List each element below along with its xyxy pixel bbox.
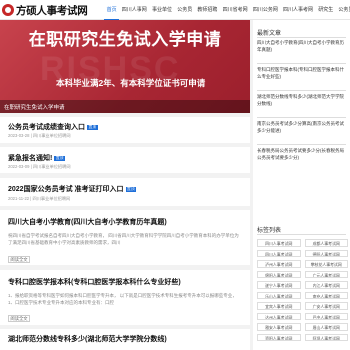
article-card: 专科口腔医学报本科(专科口腔医学报本科什么专业好些) 1、报给职资格等专科医学如… bbox=[0, 270, 250, 325]
site-logo[interactable]: 方硕人事考试网 bbox=[2, 3, 88, 17]
banner-title: 在职研究生免试入学申请 bbox=[28, 30, 222, 49]
nav-item-teacher-recruit[interactable]: 教师招聘 bbox=[195, 0, 220, 20]
tag-link[interactable]: 广元人事考试网 bbox=[304, 270, 348, 278]
tags-heading: 标签列表 bbox=[257, 228, 282, 234]
article-card: 四川大自考小学教育(四川大自考小学教育历年真题) 祝四川省自学考试报名自考四川大… bbox=[0, 210, 250, 265]
nav-item-civil-exam[interactable]: 公务员考试 bbox=[336, 0, 350, 20]
tag-link[interactable]: 绵阳人事考试网 bbox=[257, 270, 301, 278]
article-title[interactable]: 紧急报名通知! 置顶 bbox=[8, 153, 65, 163]
article-title-text[interactable]: 公务员考试成绩查询入口 bbox=[8, 124, 85, 131]
divider bbox=[257, 234, 346, 235]
hero-banner[interactable]: RISHSC 在职研究生免试入学申请 本科毕业满2年、有本科学位证书可申请 在职… bbox=[0, 20, 250, 113]
article-title[interactable]: 专科口腔医学报本科(专科口腔医学报本科什么专业好些) bbox=[8, 277, 181, 287]
nav-item-home[interactable]: 首页 bbox=[104, 0, 120, 20]
tag-link[interactable]: 乐山人事考试网 bbox=[257, 291, 301, 299]
logo-icon bbox=[2, 4, 14, 16]
article-excerpt: 1、报给职资格等专科医学如何报本科口腔医学专升本， 以下就是口腔医学技术专科生报… bbox=[8, 293, 237, 305]
tag-link[interactable]: 眉山人事考试网 bbox=[304, 323, 348, 331]
article-title-text[interactable]: 2022国家公务员考试 准考证打印入口 bbox=[8, 186, 124, 193]
article-title[interactable]: 湖北师范分数线专科多少(湖北师范大学学院分数线) bbox=[8, 334, 167, 344]
tag-link[interactable]: 巴中人事考试网 bbox=[304, 312, 348, 320]
tag-cloud: 四川人事考试网 成都人事考试网 四川人事考试网 德阳人事考试网 泸州人事考试网 … bbox=[257, 239, 348, 341]
latest-article-link[interactable]: 长春税务局公务员考试要多少分(长春税务局公务员考试要多少分) bbox=[257, 148, 348, 161]
read-more-button[interactable]: 阅读全文 bbox=[8, 256, 30, 263]
tag-link[interactable]: 内江人事考试网 bbox=[304, 281, 348, 289]
pinned-badge: 置顶 bbox=[125, 186, 137, 192]
latest-article-link[interactable]: 专科口腔医学报本科(专科口腔医学报本科什么专业好些) bbox=[257, 67, 348, 80]
article-meta: 2023-03-28 | 四川事业单位招聘网 bbox=[8, 133, 71, 138]
main-nav: 首页 四川人事网 事业单位 公务员 教师招聘 四川省考网 四川公务网 四川人事考… bbox=[104, 0, 350, 20]
divider bbox=[257, 144, 346, 145]
latest-article-link[interactable]: 南京公务员考试多少分算高(南京公务员考试多少分能进) bbox=[257, 121, 348, 134]
read-more-button[interactable]: 阅读全文 bbox=[8, 315, 30, 322]
tag-link[interactable]: 四川人事考试网 bbox=[257, 239, 301, 247]
nav-item-sichuan-gongwu[interactable]: 四川公务网 bbox=[250, 0, 280, 20]
tag-link[interactable]: 南充人事考试网 bbox=[304, 291, 348, 299]
tag-link[interactable]: 遂宁人事考试网 bbox=[257, 281, 301, 289]
latest-article-link[interactable]: 湖北师范分数线专科多少(湖北师范大学学院分数线) bbox=[257, 94, 348, 107]
banner-subtitle: 本科毕业满2年、有本科学位证书可申请 bbox=[56, 78, 206, 88]
article-meta: 2022-03-09 | 四川事业单位招聘网 bbox=[8, 164, 71, 169]
nav-item-sichuan-shengkao[interactable]: 四川省考网 bbox=[220, 0, 250, 20]
article-card: 湖北师范分数线专科多少(湖北师范大学学院分数线) bbox=[0, 329, 250, 350]
banner-caption: 在职研究生免试入学申请 bbox=[4, 105, 65, 111]
nav-item-sichuan-renshikao[interactable]: 四川人事考网 bbox=[280, 0, 315, 20]
article-card: 公务员考试成绩查询入口 置顶 2023-03-28 | 四川事业单位招聘网 bbox=[0, 117, 250, 143]
article-title[interactable]: 公务员考试成绩查询入口 置顶 bbox=[8, 122, 98, 132]
pinned-badge: 置顶 bbox=[87, 124, 98, 130]
main-content: RISHSC 在职研究生免试入学申请 本科毕业满2年、有本科学位证书可申请 在职… bbox=[0, 20, 250, 113]
nav-item-sichuan-renshi[interactable]: 四川人事网 bbox=[119, 0, 149, 20]
tag-link[interactable]: 德阳人事考试网 bbox=[304, 249, 348, 257]
article-title[interactable]: 2022国家公务员考试 准考证打印入口 置顶 bbox=[8, 184, 137, 194]
article-title[interactable]: 四川大自考小学教育(四川大自考小学教育历年真题) bbox=[8, 217, 167, 227]
tag-link[interactable]: 雅安人事考试网 bbox=[257, 323, 301, 331]
divider bbox=[257, 117, 346, 118]
pinned-badge: 置顶 bbox=[54, 155, 65, 161]
tag-link[interactable]: 阿坝人事考试网 bbox=[304, 333, 348, 341]
tag-link[interactable]: 宜宾人事考试网 bbox=[257, 302, 301, 310]
tag-link[interactable]: 资阳人事考试网 bbox=[257, 333, 301, 341]
tag-link[interactable]: 达州人事考试网 bbox=[257, 312, 301, 320]
latest-article-link[interactable]: 四川大自考小学教育(四川大自考小学教育历年真题) bbox=[257, 40, 348, 53]
tag-link[interactable]: 四川人事考试网 bbox=[257, 249, 301, 257]
article-card: 2022国家公务员考试 准考证打印入口 置顶 2021-11-22 | 四川事业单… bbox=[0, 178, 250, 206]
article-title-text[interactable]: 紧急报名通知! bbox=[8, 155, 52, 162]
article-card: 紧急报名通知! 置顶 2022-03-09 | 四川事业单位招聘网 bbox=[0, 147, 250, 173]
nav-item-graduate[interactable]: 研究生 bbox=[316, 0, 336, 20]
tag-link[interactable]: 泸州人事考试网 bbox=[257, 260, 301, 268]
tag-link[interactable]: 成都人事考试网 bbox=[304, 239, 348, 247]
divider bbox=[257, 37, 346, 38]
article-excerpt: 祝四川省自学考试报名自考四川大自考小学教育， 四川省四川大学教育科学学院四川自考… bbox=[8, 233, 239, 245]
tag-link[interactable]: 广安人事考试网 bbox=[304, 302, 348, 310]
article-meta: 2021-11-22 | 四川事业单位招聘网 bbox=[8, 196, 71, 201]
tag-link[interactable]: 攀枝花人事考试网 bbox=[304, 260, 348, 268]
divider bbox=[257, 63, 346, 64]
divider bbox=[257, 90, 346, 91]
site-header: 方硕人事考试网 首页 四川人事网 事业单位 公务员 教师招聘 四川省考网 四川公… bbox=[0, 0, 350, 20]
nav-item-gongwuyuan[interactable]: 公务员 bbox=[175, 0, 195, 20]
nav-item-shiye-danwei[interactable]: 事业单位 bbox=[149, 0, 174, 20]
latest-articles-heading: 最新文章 bbox=[257, 31, 282, 37]
logo-text: 方硕人事考试网 bbox=[16, 4, 88, 17]
